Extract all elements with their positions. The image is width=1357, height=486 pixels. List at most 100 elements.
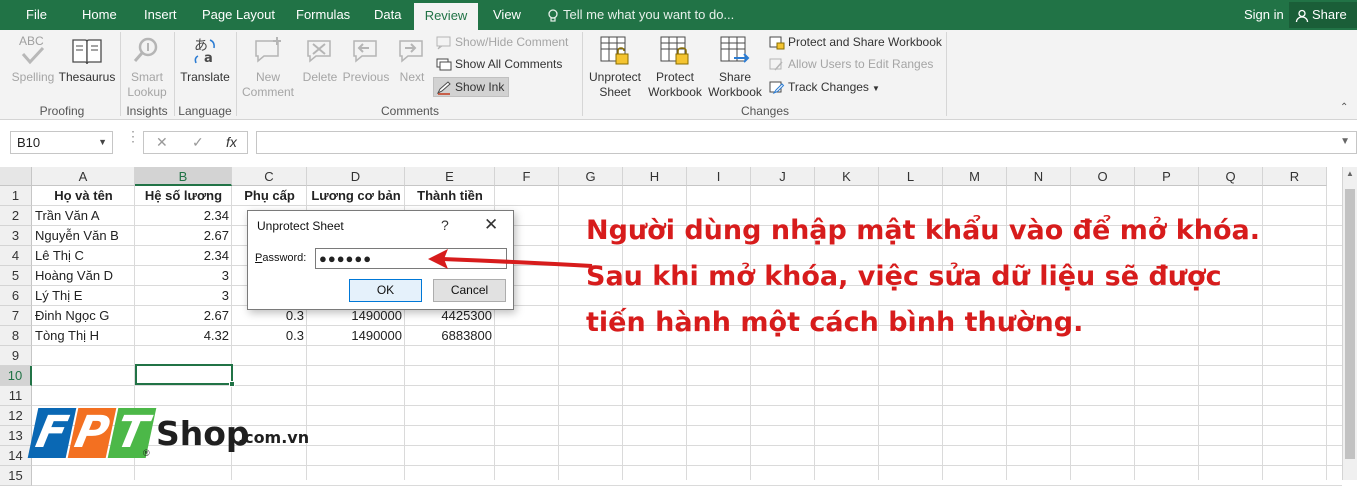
next-comment-button[interactable]: Next	[392, 34, 432, 85]
chevron-down-icon[interactable]: ▼	[1340, 136, 1350, 147]
cell-b1[interactable]: Hệ số lương	[135, 186, 232, 206]
chevron-down-icon[interactable]: ▼	[98, 132, 107, 153]
cell-d8[interactable]: 1490000	[307, 326, 405, 346]
allow-users-edit-ranges-button[interactable]: Allow Users to Edit Ranges	[767, 54, 933, 74]
row-header-6[interactable]: 6	[0, 286, 32, 306]
share-button[interactable]: Share	[1289, 2, 1357, 28]
row-header-5[interactable]: 5	[0, 266, 32, 286]
show-all-comments-button[interactable]: Show All Comments	[434, 54, 562, 74]
tab-home[interactable]: Home	[82, 0, 117, 30]
unprotect-sheet-button[interactable]: Unprotect Sheet	[586, 34, 644, 100]
column-header-c[interactable]: C	[232, 167, 307, 186]
row-header-12[interactable]: 12	[0, 406, 32, 426]
column-header-l[interactable]: L	[879, 167, 943, 186]
column-header-d[interactable]: D	[307, 167, 405, 186]
vertical-scrollbar[interactable]: ▲	[1342, 167, 1357, 480]
thesaurus-button[interactable]: Thesaurus	[58, 34, 116, 85]
select-all-corner[interactable]	[0, 167, 32, 186]
column-header-m[interactable]: M	[943, 167, 1007, 186]
fill-handle[interactable]	[229, 381, 235, 387]
cell-b5[interactable]: 3	[135, 266, 232, 286]
tab-page-layout[interactable]: Page Layout	[202, 0, 275, 30]
cell-b3[interactable]: 2.67	[135, 226, 232, 246]
cell-a3[interactable]: Nguyễn Văn B	[32, 226, 135, 246]
cell-a1[interactable]: Họ và tên	[32, 186, 135, 206]
row-header-11[interactable]: 11	[0, 386, 32, 406]
tab-view[interactable]: View	[493, 0, 521, 30]
cell-b6[interactable]: 3	[135, 286, 232, 306]
row-header-13[interactable]: 13	[0, 426, 32, 446]
active-cell-b10[interactable]	[135, 364, 235, 387]
cell-b2[interactable]: 2.34	[135, 206, 232, 226]
row-header-3[interactable]: 3	[0, 226, 32, 246]
cell-b7[interactable]: 2.67	[135, 306, 232, 326]
column-header-p[interactable]: P	[1135, 167, 1199, 186]
tab-formulas[interactable]: Formulas	[296, 0, 350, 30]
column-header-k[interactable]: K	[815, 167, 879, 186]
cell-b4[interactable]: 2.34	[135, 246, 232, 266]
spelling-button[interactable]: ABC Spelling	[10, 34, 56, 85]
cell-a2[interactable]: Trần Văn A	[32, 206, 135, 226]
ok-button[interactable]: OK	[349, 279, 422, 302]
cell-c1[interactable]: Phụ cấp	[232, 186, 307, 206]
row-header-10[interactable]: 10	[0, 366, 32, 386]
row-header-9[interactable]: 9	[0, 346, 32, 366]
row-header-4[interactable]: 4	[0, 246, 32, 266]
cell-a7[interactable]: Đinh Ngọc G	[32, 306, 135, 326]
cell-a6[interactable]: Lý Thị E	[32, 286, 135, 306]
column-header-i[interactable]: I	[687, 167, 751, 186]
column-header-h[interactable]: H	[623, 167, 687, 186]
column-header-n[interactable]: N	[1007, 167, 1071, 186]
column-header-f[interactable]: F	[495, 167, 559, 186]
cancel-icon[interactable]: ✕	[156, 134, 168, 151]
cell-a4[interactable]: Lê Thị C	[32, 246, 135, 266]
column-header-q[interactable]: Q	[1199, 167, 1263, 186]
tell-me-search[interactable]: Tell me what you want to do...	[547, 0, 734, 30]
row-header-8[interactable]: 8	[0, 326, 32, 346]
column-header-r[interactable]: R	[1263, 167, 1327, 186]
row-header-2[interactable]: 2	[0, 206, 32, 226]
tab-file[interactable]: File	[26, 0, 47, 30]
insert-function-icon[interactable]: fx	[226, 134, 237, 150]
cell-e1[interactable]: Thành tiền	[405, 186, 495, 206]
protect-workbook-button[interactable]: Protect Workbook	[645, 34, 705, 100]
tab-insert[interactable]: Insert	[144, 0, 177, 30]
row-header-15[interactable]: 15	[0, 466, 32, 486]
formula-input[interactable]: ▼	[256, 131, 1357, 154]
row-header-1[interactable]: 1	[0, 186, 32, 206]
scrollbar-thumb[interactable]	[1345, 189, 1355, 459]
column-header-b[interactable]: B	[135, 167, 232, 186]
column-header-o[interactable]: O	[1071, 167, 1135, 186]
share-workbook-button[interactable]: Share Workbook	[705, 34, 765, 100]
show-hide-comment-button[interactable]: Show/Hide Comment	[434, 32, 568, 52]
tab-review[interactable]: Review	[414, 3, 478, 30]
close-icon[interactable]: ✕	[484, 215, 498, 235]
row-header-7[interactable]: 7	[0, 306, 32, 326]
sign-in-link[interactable]: Sign in	[1244, 0, 1284, 30]
show-ink-button[interactable]: Show Ink	[433, 77, 509, 97]
column-header-a[interactable]: A	[32, 167, 135, 186]
collapse-ribbon-icon[interactable]: ⌃	[1340, 102, 1348, 113]
translate-button[interactable]: あa Translate	[178, 34, 232, 85]
smart-lookup-button[interactable]: Smart Lookup	[124, 34, 170, 100]
new-comment-button[interactable]: New Comment	[242, 34, 294, 100]
cell-a5[interactable]: Hoàng Văn D	[32, 266, 135, 286]
column-header-g[interactable]: G	[559, 167, 623, 186]
cell-a8[interactable]: Tòng Thị H	[32, 326, 135, 346]
name-box[interactable]: B10 ▼	[10, 131, 113, 154]
cell-b8[interactable]: 4.32	[135, 326, 232, 346]
column-header-j[interactable]: J	[751, 167, 815, 186]
tab-data[interactable]: Data	[374, 0, 401, 30]
cell-e8[interactable]: 6883800	[405, 326, 495, 346]
protect-share-workbook-button[interactable]: Protect and Share Workbook	[767, 32, 942, 52]
formula-bar-grip-icon[interactable]: ⋮	[126, 129, 140, 143]
track-changes-button[interactable]: Track Changes ▼	[767, 77, 880, 97]
enter-icon[interactable]: ✓	[192, 134, 204, 151]
delete-comment-button[interactable]: Delete	[298, 34, 342, 85]
cell-c8[interactable]: 0.3	[232, 326, 307, 346]
cell-d1[interactable]: Lương cơ bản	[307, 186, 405, 206]
scroll-up-icon[interactable]: ▲	[1346, 169, 1354, 178]
help-icon[interactable]: ?	[441, 217, 449, 233]
previous-comment-button[interactable]: Previous	[342, 34, 390, 85]
column-header-e[interactable]: E	[405, 167, 495, 186]
